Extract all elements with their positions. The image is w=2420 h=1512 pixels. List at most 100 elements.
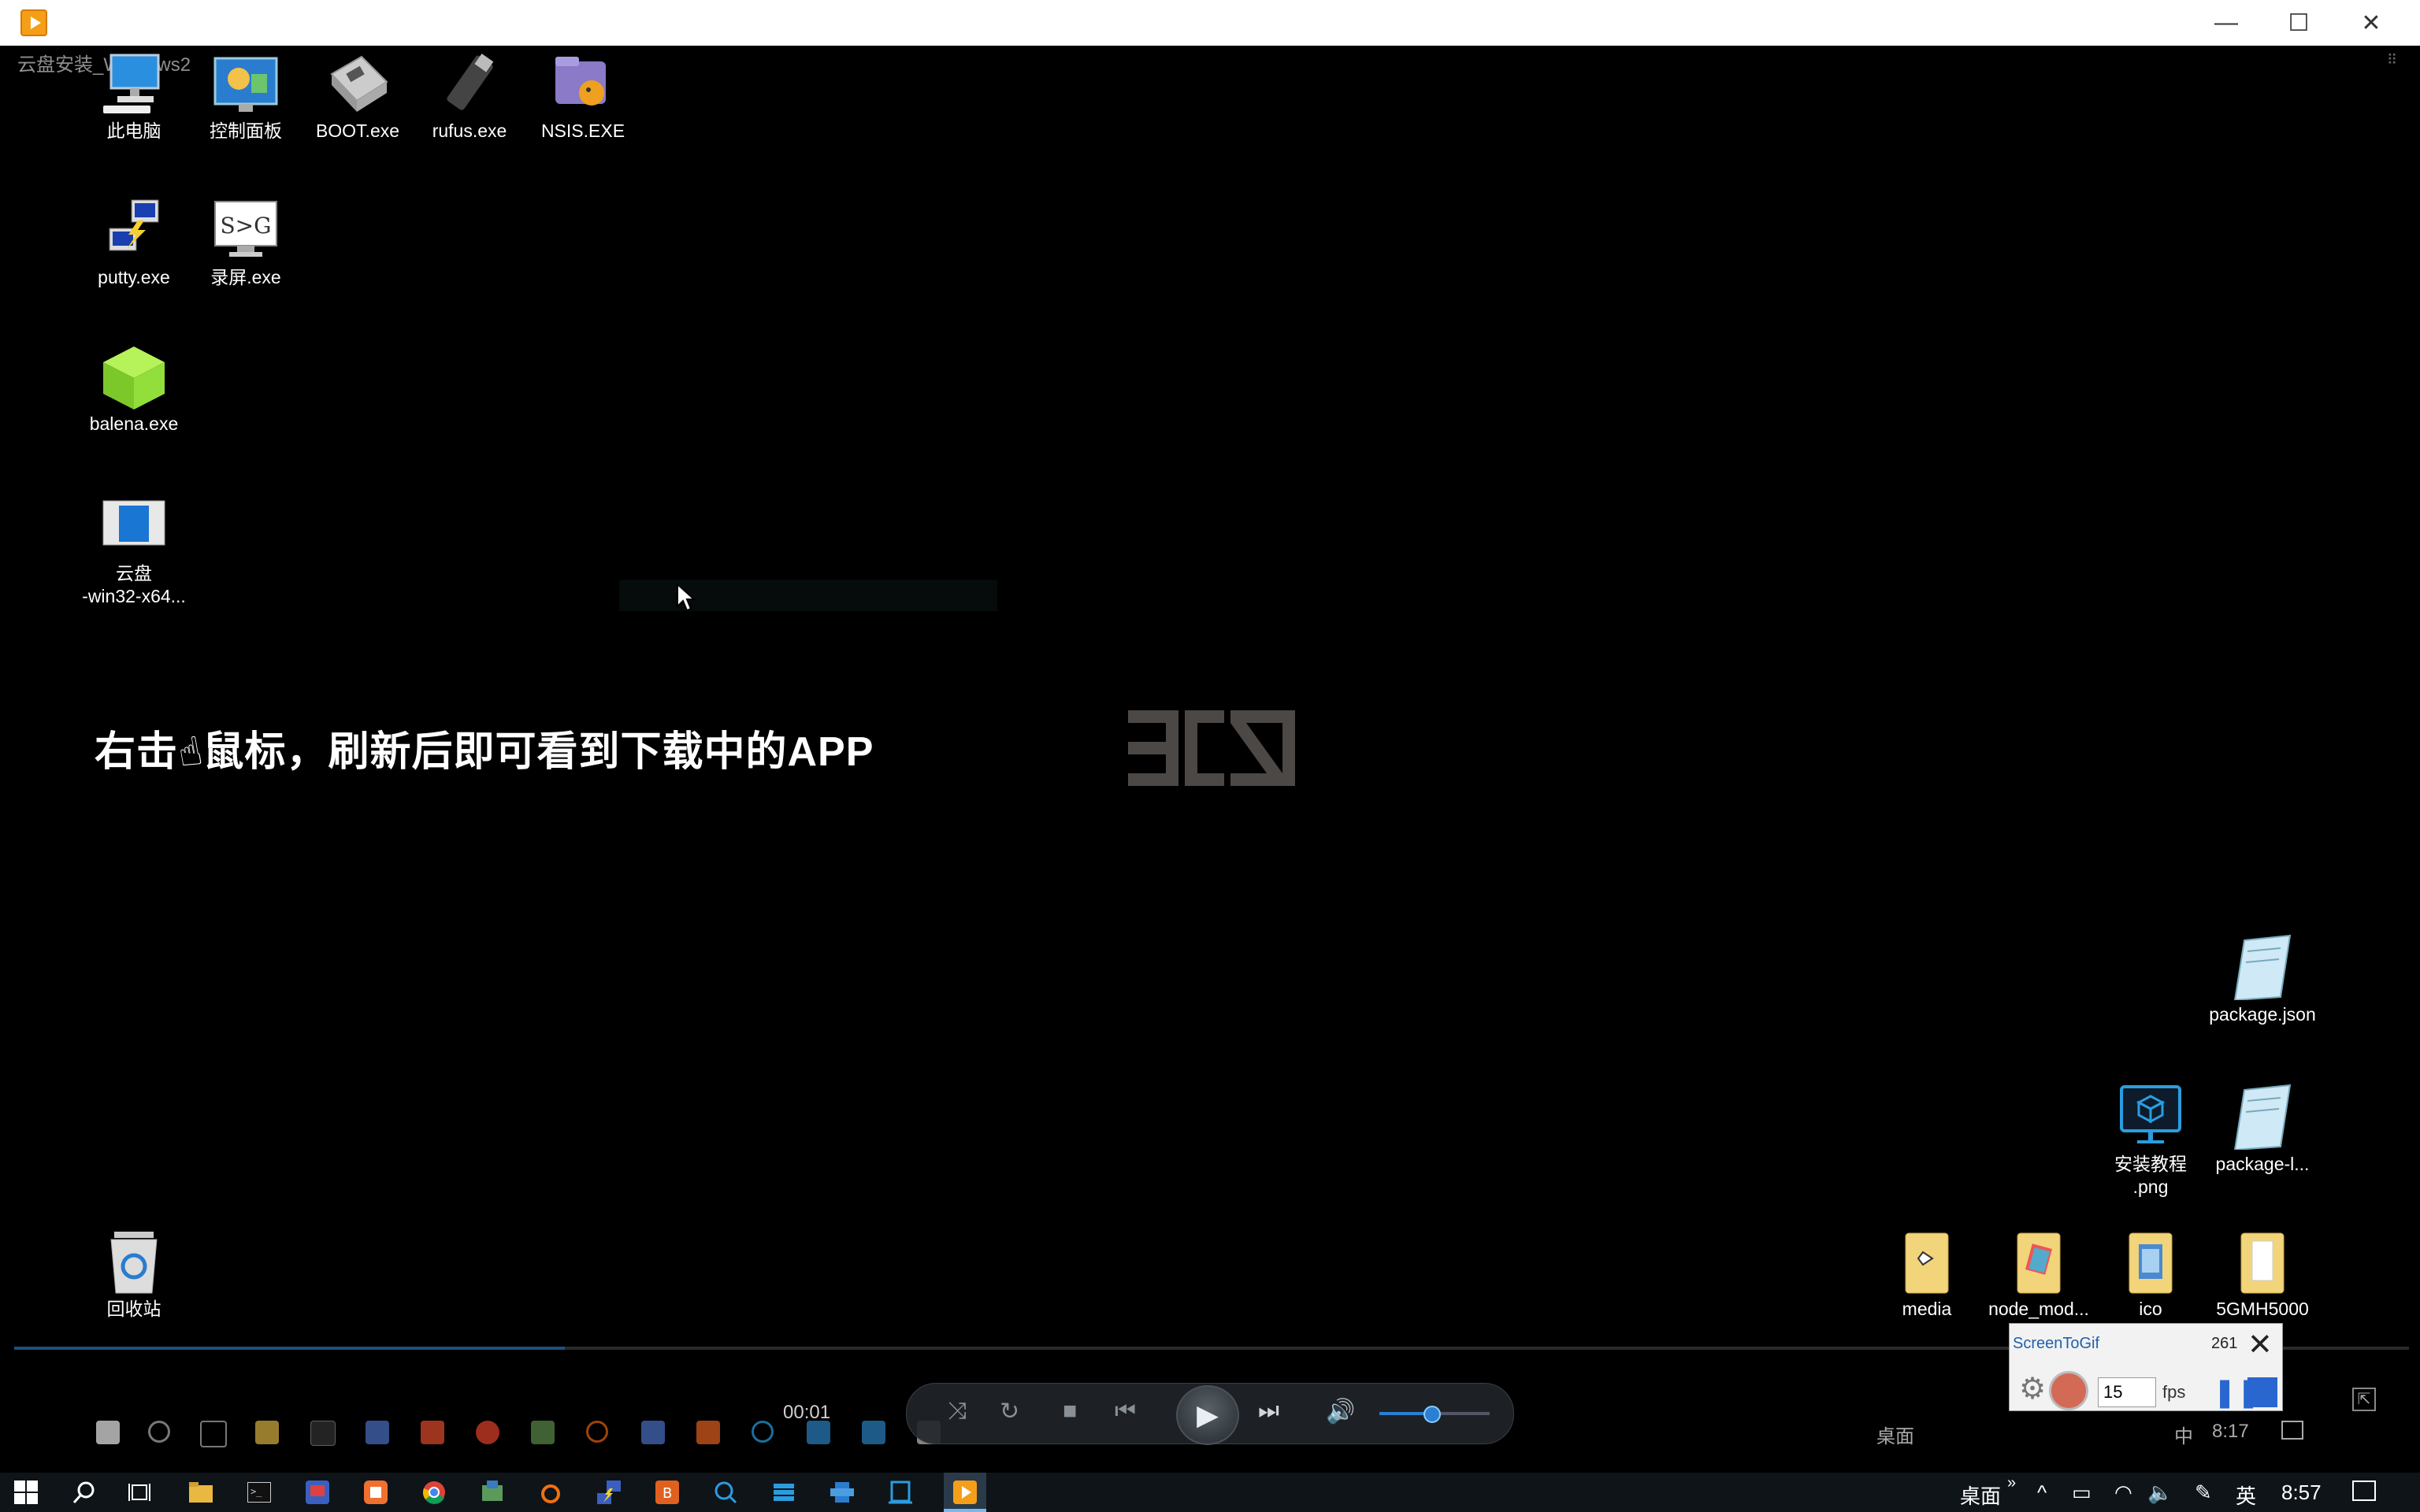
notification-icon bbox=[2281, 1421, 2303, 1440]
desktop-icon-label: media bbox=[1902, 1299, 1952, 1319]
inner-tray-ime: 中 bbox=[2174, 1426, 2193, 1447]
folder-icon bbox=[1893, 1228, 1961, 1295]
volume-thumb[interactable] bbox=[1423, 1406, 1441, 1423]
desktop-toolbar-label[interactable]: 桌面 bbox=[1960, 1480, 2001, 1510]
app-icon[interactable] bbox=[885, 1477, 915, 1507]
app-icon[interactable] bbox=[769, 1477, 799, 1507]
video-caption: 右击☝鼠标，刷新后即可看到下载中的APP bbox=[95, 718, 874, 777]
media-player-icon bbox=[20, 9, 47, 36]
pause-button[interactable]: ❚❚ bbox=[2213, 1376, 2260, 1408]
chevron-up-icon[interactable]: ^ bbox=[2037, 1480, 2047, 1505]
desktop-icon-control-panel[interactable]: 控制面板 bbox=[191, 50, 301, 143]
screentogif-recorder: ScreenToGif 261 ✕ ⚙ 15 fps ❚❚ bbox=[2009, 1323, 2283, 1411]
desktop-icon-5gmh[interactable]: 5GMH5000 bbox=[2207, 1228, 2318, 1321]
notepad-file-icon bbox=[2229, 1084, 2296, 1151]
desktop-icon-label: -win32-x64... bbox=[82, 586, 186, 606]
stop-button[interactable] bbox=[2247, 1377, 2277, 1407]
file-explorer-icon[interactable] bbox=[186, 1477, 216, 1507]
close-button[interactable]: ✕ bbox=[2335, 0, 2407, 46]
inner-tray-time: 8:17 bbox=[2212, 1421, 2249, 1442]
app-icon[interactable] bbox=[827, 1477, 857, 1507]
app-icon bbox=[366, 1421, 389, 1444]
close-icon[interactable]: ✕ bbox=[2247, 1327, 2273, 1362]
desktop-icon-ico[interactable]: ico bbox=[2095, 1228, 2206, 1321]
video-time: 00:01 bbox=[783, 1402, 831, 1423]
app-icon bbox=[752, 1421, 774, 1443]
record-button[interactable] bbox=[2049, 1371, 2088, 1410]
desktop-icon-recycle-bin[interactable]: 回收站 bbox=[79, 1228, 189, 1321]
app-icon[interactable]: B bbox=[652, 1477, 682, 1507]
desktop-icon-boot[interactable]: BOOT.exe bbox=[302, 50, 413, 143]
volume-icon[interactable]: 🔈 bbox=[2147, 1480, 2173, 1505]
desktop-icon-label: BOOT.exe bbox=[315, 120, 400, 141]
volume-slider[interactable] bbox=[1379, 1406, 1490, 1423]
action-center-icon[interactable] bbox=[2352, 1480, 2376, 1501]
svg-text:S>G: S>G bbox=[220, 213, 271, 239]
computer-icon bbox=[100, 50, 168, 117]
battery-icon[interactable]: ▭ bbox=[2072, 1480, 2092, 1505]
folder-icon bbox=[2229, 1228, 2296, 1295]
desktop-icon-yunpan[interactable]: 云盘 -win32-x64... bbox=[79, 493, 189, 608]
search-icon[interactable] bbox=[69, 1477, 99, 1507]
desktop-icon-this-pc[interactable]: 此电脑 bbox=[79, 50, 189, 143]
desktop-icon-label: rufus.exe bbox=[432, 120, 507, 141]
media-player-taskbar-button[interactable] bbox=[944, 1473, 986, 1512]
switch-to-mini-icon[interactable]: ⇱ bbox=[2352, 1388, 2376, 1411]
maximize-button[interactable]: ☐ bbox=[2262, 0, 2335, 46]
recycle-bin-icon bbox=[100, 1228, 168, 1295]
app-icon[interactable] bbox=[302, 1477, 332, 1507]
desktop-icon-node-modules[interactable]: node_mod... bbox=[1984, 1228, 2094, 1321]
desktop-icon-package-lock[interactable]: package-l... bbox=[2207, 1084, 2318, 1176]
app-icon[interactable] bbox=[536, 1477, 566, 1507]
app-icon bbox=[807, 1421, 830, 1444]
putty-icon bbox=[100, 197, 168, 263]
desktop-icon-screentogif[interactable]: S>G 录屏.exe bbox=[191, 197, 301, 289]
desktop-icon-label: node_mod... bbox=[1988, 1299, 2089, 1319]
clock[interactable]: 8:57 bbox=[2281, 1480, 2322, 1505]
play-button[interactable]: ▶ bbox=[1176, 1385, 1239, 1445]
folder-icon bbox=[2005, 1228, 2073, 1295]
gear-icon[interactable]: ⚙ bbox=[2019, 1371, 2046, 1406]
taskbar: >_ B 桌面 » ^ ▭ ◠ 🔈 ✎ 英 8:57 bbox=[0, 1473, 2420, 1512]
desktop-icon-balena[interactable]: balena.exe bbox=[79, 343, 189, 435]
desktop-icon-label: .png bbox=[2132, 1177, 2169, 1197]
fps-input[interactable]: 15 bbox=[2098, 1377, 2156, 1407]
desktop-icon-rufus[interactable]: rufus.exe bbox=[414, 50, 525, 143]
desktop-icon-label: ico bbox=[2139, 1299, 2162, 1319]
watermark-logo bbox=[1128, 710, 1295, 786]
desktop-icon-tutorial[interactable]: 安装教程 .png bbox=[2095, 1084, 2206, 1199]
ime-indicator[interactable]: 英 bbox=[2236, 1480, 2256, 1510]
desktop-icon-putty[interactable]: putty.exe bbox=[79, 197, 189, 289]
cube-icon bbox=[100, 343, 168, 410]
desktop-icon-nsis[interactable]: NSIS.EXE bbox=[528, 50, 638, 143]
volume-fill bbox=[1379, 1412, 1430, 1415]
start-button[interactable] bbox=[11, 1477, 41, 1507]
repeat-icon[interactable]: ↻ bbox=[1000, 1398, 1019, 1425]
terminal-icon[interactable]: >_ bbox=[244, 1477, 274, 1507]
player-controls: ⤨ ↻ ■ ⏮ ▶ ⏭ 🔊 bbox=[906, 1383, 1514, 1445]
stop-icon[interactable]: ■ bbox=[1063, 1398, 1077, 1425]
previous-icon[interactable]: ⏮ bbox=[1115, 1398, 1136, 1425]
app-icon[interactable] bbox=[477, 1477, 507, 1507]
chevron-right-icon[interactable]: » bbox=[2007, 1474, 2016, 1492]
desktop-icon-label: 云盘 bbox=[116, 563, 152, 584]
desktop-icon-label: 此电脑 bbox=[106, 120, 161, 141]
desktop-icon-package-json[interactable]: package.json bbox=[2207, 934, 2318, 1026]
shuffle-icon[interactable]: ⤨ bbox=[948, 1398, 967, 1425]
desktop-icon-label: package.json bbox=[2209, 1004, 2316, 1025]
pen-icon[interactable]: ✎ bbox=[2195, 1480, 2212, 1505]
putty-icon[interactable] bbox=[594, 1477, 624, 1507]
mouse-cursor-icon bbox=[677, 583, 696, 612]
caption-text: 鼠标，刷新后即可看到下载中的APP bbox=[202, 729, 874, 775]
app-icon[interactable] bbox=[361, 1477, 391, 1507]
minimize-button[interactable]: — bbox=[2190, 0, 2262, 46]
app-icon[interactable] bbox=[711, 1477, 740, 1507]
notepad-file-icon bbox=[2229, 934, 2296, 1002]
task-view-icon[interactable] bbox=[124, 1477, 154, 1507]
volume-icon[interactable]: 🔊 bbox=[1326, 1398, 1355, 1425]
desktop-icon-label: 安装教程 bbox=[2114, 1154, 2187, 1174]
desktop-icon-media[interactable]: media bbox=[1872, 1228, 1982, 1321]
wifi-icon[interactable]: ◠ bbox=[2114, 1480, 2132, 1505]
next-icon[interactable]: ⏭ bbox=[1258, 1398, 1279, 1425]
chrome-icon[interactable] bbox=[419, 1477, 449, 1507]
